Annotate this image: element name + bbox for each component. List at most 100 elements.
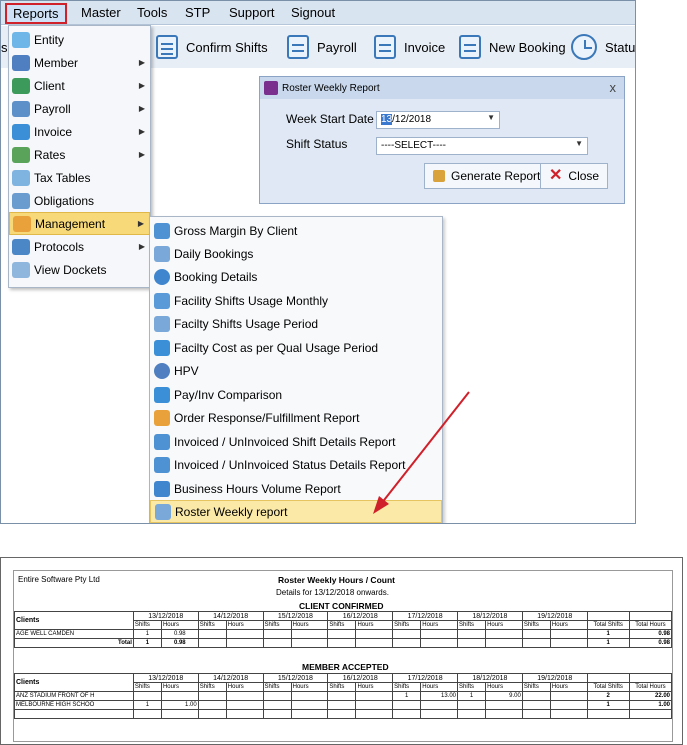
hours-header: Hours — [225, 682, 264, 692]
menu-tools[interactable]: Tools — [137, 5, 167, 20]
week-start-date-picker[interactable]: 13/12/2018 ▼ — [376, 111, 500, 129]
calendar-grid-icon — [154, 292, 170, 309]
table-header-row: Clients 13/12/2018 14/12/2018 15/12/2018… — [14, 611, 673, 630]
menu-item-label: Protocols — [34, 239, 85, 254]
clients-header: Clients — [14, 673, 134, 692]
menu-item-view-dockets[interactable]: View Dockets — [9, 258, 150, 281]
submenu-item-gross-margin[interactable]: Gross Margin By Client — [150, 219, 442, 242]
invoice-icon — [154, 386, 170, 403]
submenu-item-booking-details[interactable]: Booking Details — [150, 265, 442, 288]
menu-item-entity[interactable]: Entity — [9, 28, 150, 51]
chevron-right-icon: ▶ — [138, 58, 145, 67]
dockets-icon — [12, 261, 30, 278]
hours-header: Hours — [485, 620, 523, 630]
submenu-item-label: Booking Details — [174, 269, 258, 284]
close-icon[interactable]: x — [610, 80, 617, 95]
shifts-header: Shifts — [521, 682, 551, 692]
rates-icon — [12, 146, 30, 163]
confirm-shifts-label: Confirm Shifts — [186, 39, 268, 55]
generate-report-button[interactable]: Generate Report — [424, 163, 550, 189]
menu-item-payroll[interactable]: Payroll ▶ — [9, 97, 150, 120]
hours-header: Hours — [420, 620, 458, 630]
shifts-header: Shifts — [327, 682, 357, 692]
menu-item-rates[interactable]: Rates ▶ — [9, 143, 150, 166]
calendar-clock-icon — [155, 503, 171, 520]
chevron-right-icon: ▶ — [138, 150, 145, 159]
submenu-item-facility-shifts-period[interactable]: Facilty Shifts Usage Period — [150, 312, 442, 335]
total-hours-cell: 22.00 — [628, 691, 673, 701]
submenu-item-label: Business Hours Volume Report — [174, 481, 341, 496]
shifts-header: Shifts — [197, 620, 227, 630]
menu-item-label: Rates — [34, 147, 66, 162]
menu-item-tax-tables[interactable]: Tax Tables — [9, 166, 150, 189]
chevron-right-icon: ▶ — [138, 81, 145, 90]
reports-dropdown-menu: Entity Member ▶ Client ▶ Payroll ▶ Invoi… — [8, 25, 151, 288]
submenu-item-facility-cost[interactable]: Facilty Cost as per Qual Usage Period — [150, 336, 442, 359]
menu-item-label: Payroll — [34, 101, 71, 116]
payroll-label: Payroll — [317, 39, 357, 55]
menu-master[interactable]: Master — [81, 5, 121, 20]
chevron-down-icon: ▼ — [575, 139, 583, 148]
date-header: 13/12/2018 — [132, 673, 199, 683]
hours-cell: 0.98 — [160, 638, 199, 648]
report-subtitle: Details for 13/12/2018 onwards. — [276, 588, 389, 597]
hours-header: Hours — [160, 682, 199, 692]
section-member-accepted: MEMBER ACCEPTED — [302, 662, 389, 672]
date-header: 19/12/2018 — [521, 611, 588, 621]
close-button[interactable]: ✕ Close — [540, 163, 609, 189]
shifts-header: Shifts — [132, 620, 162, 630]
total-shifts-header: Total Shifts — [586, 620, 630, 630]
new-booking-button[interactable]: New Booking — [459, 32, 566, 62]
menu-bar: Reports Master Tools STP Support Signout — [1, 1, 635, 25]
date-header: 14/12/2018 — [197, 673, 264, 683]
payroll-button[interactable]: Payroll — [287, 32, 357, 62]
total-shifts-cell: 1 — [586, 700, 630, 710]
total-shifts-header: Total Shifts — [586, 682, 630, 692]
shifts-header: Shifts — [456, 682, 487, 692]
shifts-header: Shifts — [392, 620, 422, 630]
menu-signout[interactable]: Signout — [291, 5, 335, 20]
week-start-label: Week Start Date — [286, 112, 374, 126]
report-company: Entire Software Pty Ltd — [18, 575, 100, 584]
app-window: Reports Master Tools STP Support Signout… — [0, 0, 636, 524]
chevron-right-icon: ▶ — [138, 104, 145, 113]
menu-item-invoice[interactable]: Invoice ▶ — [9, 120, 150, 143]
close-label: Close — [568, 169, 600, 183]
submenu-item-hpv[interactable]: HPV — [150, 359, 442, 382]
menu-item-member[interactable]: Member ▶ — [9, 51, 150, 74]
date-header: 16/12/2018 — [327, 611, 394, 621]
shift-status-select[interactable]: ----SELECT---- ▼ — [376, 137, 588, 155]
management-icon — [154, 409, 170, 426]
submenu-item-facility-shifts-monthly[interactable]: Facility Shifts Usage Monthly — [150, 289, 442, 312]
invoice-icon — [374, 35, 396, 59]
submenu-item-label: Facility Shifts Usage Monthly — [174, 293, 329, 308]
submenu-item-label: Facilty Shifts Usage Period — [174, 316, 319, 331]
shifts-header: Shifts — [197, 682, 227, 692]
submenu-item-daily-bookings[interactable]: Daily Bookings — [150, 242, 442, 265]
hours-header: Hours — [225, 620, 264, 630]
percent-icon — [154, 480, 170, 497]
week-start-rest: /12/2018 — [392, 114, 432, 125]
invoice-icon — [12, 123, 30, 140]
total-shifts-cell: 2 — [586, 691, 630, 701]
menu-item-client[interactable]: Client ▶ — [9, 74, 150, 97]
total-shifts-cell: 1 — [586, 638, 630, 648]
hours-header: Hours — [290, 682, 329, 692]
menu-item-management[interactable]: Management ▶ — [9, 212, 150, 235]
table-row: AGE WELL CAMDEN 1 0.98 1 0.98 — [14, 629, 673, 639]
menu-item-protocols[interactable]: Protocols ▶ — [9, 235, 150, 258]
table-total-row: Total 1 0.98 1 0.98 — [14, 638, 673, 648]
submenu-item-label: Daily Bookings — [174, 246, 254, 261]
invoice-button[interactable]: Invoice — [374, 32, 445, 62]
menu-support[interactable]: Support — [229, 5, 275, 20]
confirm-shifts-button[interactable]: Confirm Shifts — [156, 32, 268, 62]
menu-reports[interactable]: Reports — [5, 3, 67, 24]
table-header-row: Clients 13/12/2018 14/12/2018 15/12/2018… — [14, 673, 673, 692]
menu-item-label: Management — [35, 216, 106, 231]
menu-stp[interactable]: STP — [185, 5, 210, 20]
status-button[interactable]: Status — [571, 32, 635, 62]
menu-item-obligations[interactable]: Obligations — [9, 189, 150, 212]
shifts-header: Shifts — [456, 620, 487, 630]
protocols-icon — [12, 238, 30, 255]
total-hours-header: Total Hours — [628, 682, 673, 692]
